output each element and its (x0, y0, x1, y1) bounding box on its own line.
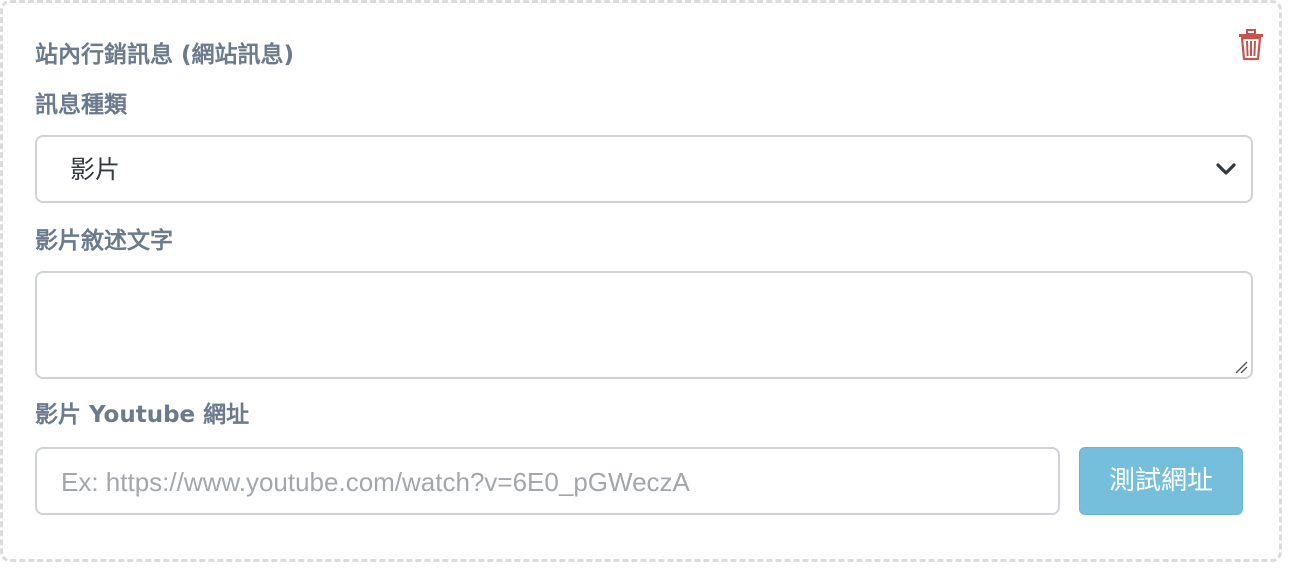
resize-handle-icon[interactable] (1234, 360, 1248, 374)
video-description-textarea[interactable] (35, 271, 1253, 379)
trash-icon (1239, 29, 1263, 61)
test-url-button[interactable]: 測試網址 (1079, 447, 1243, 515)
youtube-url-placeholder: Ex: https://www.youtube.com/watch?v=6E0_… (61, 467, 690, 497)
card-title: 站內行銷訊息 (網站訊息) (35, 42, 295, 68)
youtube-url-input[interactable]: Ex: https://www.youtube.com/watch?v=6E0_… (35, 447, 1060, 515)
message-type-label: 訊息種類 (35, 92, 127, 118)
marketing-message-card: 站內行銷訊息 (網站訊息) 訊息種類 影片 影片敘述文字 影片 Youtube … (0, 0, 1282, 562)
delete-button[interactable] (1237, 29, 1265, 61)
video-description-label: 影片敘述文字 (35, 228, 173, 254)
message-type-selected-value: 影片 (70, 155, 121, 184)
youtube-url-label: 影片 Youtube 網址 (35, 402, 250, 428)
chevron-down-icon (1216, 163, 1236, 175)
message-type-select[interactable]: 影片 (35, 135, 1253, 203)
